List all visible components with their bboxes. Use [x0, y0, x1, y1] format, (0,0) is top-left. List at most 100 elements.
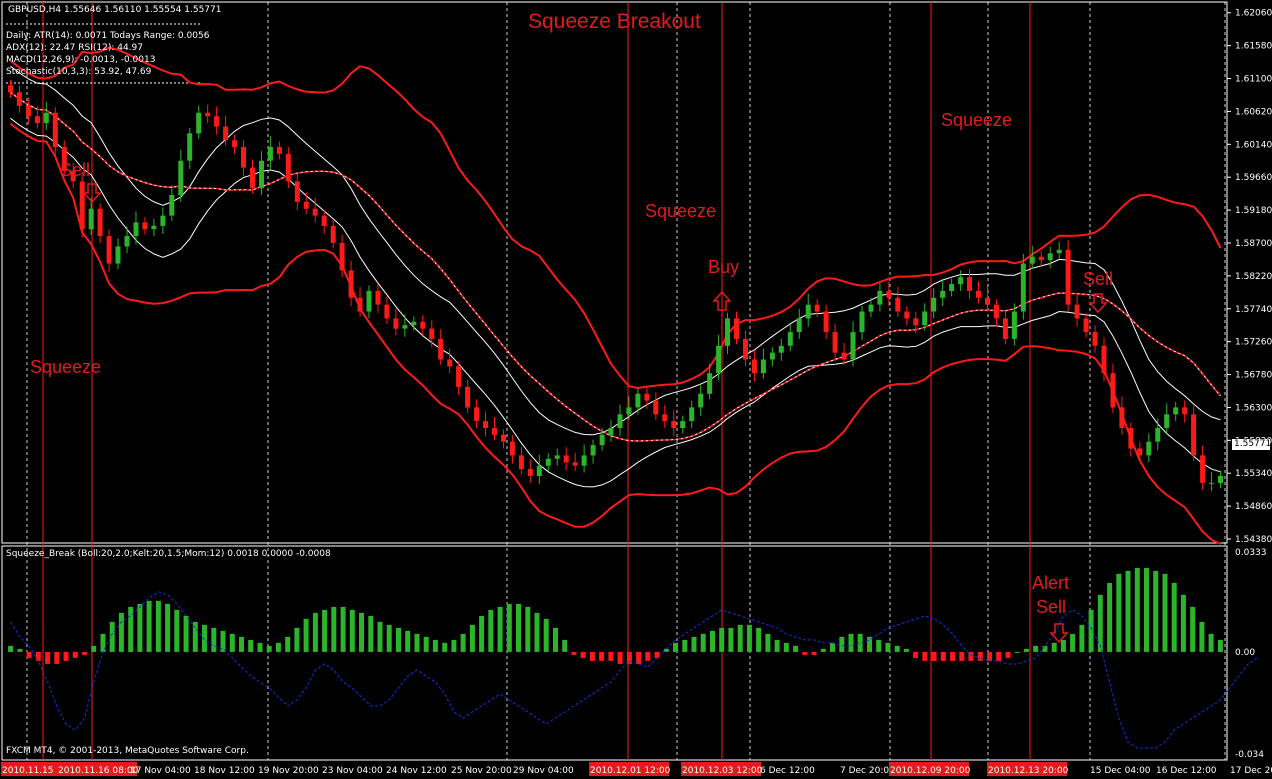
- candle-body-88: [796, 318, 802, 333]
- candle-body-124: [1119, 407, 1125, 428]
- candle-body-97: [877, 290, 883, 305]
- candle-body-77: [698, 393, 704, 408]
- candle-body-123: [1110, 373, 1116, 408]
- candle-body-16: [151, 225, 157, 230]
- candle-body-72: [653, 400, 659, 415]
- momentum-bar-36: [340, 606, 346, 652]
- momentum-bar-124: [1153, 570, 1159, 652]
- momentum-bar-29: [275, 642, 281, 652]
- candle-body-133: [1200, 455, 1206, 483]
- momentum-bar-89: [830, 642, 835, 652]
- momentum-bar-32: [303, 618, 309, 652]
- momentum-bar-97: [903, 648, 909, 652]
- squeeze-annotation-right: Squeeze: [941, 110, 1013, 130]
- momentum-bar-130: [1208, 633, 1214, 652]
- candle-body-5: [52, 112, 58, 148]
- momentum-bar-28: [266, 645, 272, 652]
- candle-body-76: [689, 407, 695, 422]
- candle-body-46: [420, 321, 426, 329]
- momentum-bar-82: [765, 633, 771, 652]
- candle-body-62: [563, 455, 569, 463]
- candle-body-20: [187, 133, 193, 161]
- candle-body-93: [841, 352, 847, 360]
- price-tick-label-12: 1.56300: [1235, 403, 1272, 413]
- candle-body-60: [545, 458, 551, 466]
- momentum-bar-120: [1116, 573, 1122, 652]
- momentum-bar-60: [562, 639, 568, 652]
- candle-body-105: [949, 284, 955, 291]
- candle-body-30: [276, 147, 282, 154]
- candle-body-56: [509, 441, 515, 456]
- momentum-bar-127: [1180, 594, 1186, 652]
- candle-body-74: [671, 421, 677, 428]
- momentum-bar-129: [1199, 621, 1205, 652]
- momentum-bar-87: [811, 651, 817, 655]
- momentum-bar-69: [645, 651, 651, 661]
- date-tick-label-6: 24 Nov 12:00: [386, 766, 447, 776]
- price-tick-label-14: 1.55340: [1235, 469, 1272, 479]
- keltner-lower-line: [10, 117, 1221, 488]
- candle-body-110: [993, 304, 999, 319]
- copyright-text: FXCM MT4, © 2001-2013, MetaQuotes Softwa…: [6, 746, 249, 756]
- candle-body-24: [223, 126, 229, 141]
- bollinger-upper-band: [9, 46, 1222, 390]
- price-tick-label-10: 1.57260: [1235, 338, 1272, 348]
- candle-body-129: [1164, 414, 1170, 428]
- candle-body-96: [868, 304, 874, 312]
- momentum-bar-19: [183, 615, 189, 652]
- candle-body-2: [25, 105, 31, 117]
- candle-body-28: [259, 160, 264, 189]
- candle-body-71: [644, 393, 650, 401]
- bollinger-lower-band: [9, 122, 1221, 545]
- candle-body-86: [778, 345, 784, 353]
- alert-annotation: Alert: [1032, 573, 1070, 593]
- momentum-bar-110: [1024, 648, 1029, 652]
- macd-line: MACD(12,26,9): -0.0013, -0.0013: [6, 55, 156, 65]
- candle-body-67: [608, 428, 614, 435]
- candle-body-66: [599, 434, 605, 446]
- candle-body-118: [1065, 249, 1071, 305]
- momentum-bar-131: [1217, 639, 1223, 652]
- candle-body-27: [250, 167, 255, 189]
- momentum-bar-81: [756, 627, 762, 652]
- candle-body-43: [393, 318, 399, 329]
- candle-body-127: [1146, 441, 1152, 456]
- momentum-bar-27: [257, 642, 263, 652]
- candle-body-44: [402, 325, 408, 329]
- candle-body-65: [590, 445, 596, 456]
- candle-body-32: [294, 181, 300, 202]
- momentum-bar-112: [1042, 645, 1048, 652]
- candle-body-45: [411, 321, 417, 326]
- price-tick-label-15: 1.54860: [1235, 502, 1272, 512]
- momentum-bar-103: [959, 651, 965, 661]
- date-tick-label-7: 25 Nov 20:00: [451, 766, 512, 776]
- squeeze-annotation-mid: Squeeze: [645, 201, 717, 221]
- momentum-bar-14: [137, 603, 143, 652]
- candle-body-131: [1182, 407, 1188, 415]
- candle-body-68: [617, 414, 623, 428]
- date-tick-label-2: 17 Nov 04:00: [130, 766, 191, 776]
- momentum-bar-88: [820, 648, 826, 652]
- date-tick-label-17: 17 Dec 20:00: [1230, 766, 1272, 776]
- momentum-bar-63: [589, 651, 595, 661]
- candle-body-52: [474, 407, 480, 422]
- momentum-bar-35: [331, 606, 337, 652]
- momentum-bar-65: [608, 651, 614, 661]
- candle-body-57: [518, 455, 524, 470]
- momentum-bar-113: [1051, 642, 1057, 652]
- candle-body-12: [115, 246, 121, 264]
- candle-body-109: [985, 297, 990, 305]
- candle-body-26: [241, 147, 246, 168]
- momentum-bar-55: [516, 603, 521, 652]
- date-tick-label-9: 2010.12.01 12:00: [590, 766, 671, 776]
- momentum-bar-86: [802, 651, 808, 655]
- momentum-bar-100: [931, 651, 937, 661]
- momentum-bar-47: [442, 642, 448, 652]
- momentum-bar-91: [848, 633, 854, 652]
- momentum-bar-125: [1162, 573, 1168, 652]
- symbol-header: GBPUSD,H4 1.55646 1.56110 1.55554 1.5577…: [8, 5, 222, 15]
- candle-body-111: [1002, 318, 1008, 339]
- momentum-bar-76: [710, 630, 715, 652]
- indicator-tick-label-2: -0.034: [1235, 750, 1264, 760]
- momentum-bar-72: [673, 642, 678, 652]
